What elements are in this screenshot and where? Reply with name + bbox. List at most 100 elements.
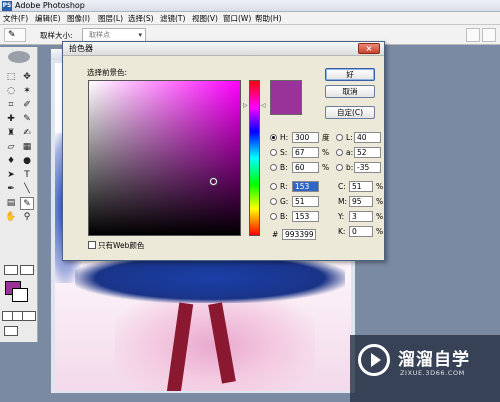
red-radio[interactable]: [270, 183, 277, 190]
green-input[interactable]: 51: [292, 196, 319, 207]
checkbox-box[interactable]: [88, 241, 96, 249]
hue-radio[interactable]: [270, 134, 277, 141]
red-input[interactable]: 153: [292, 181, 319, 192]
crop-tool-icon[interactable]: ⌗: [4, 99, 18, 112]
black-input[interactable]: 0: [349, 226, 373, 237]
sample-size-value: 取样点: [89, 31, 110, 39]
lightness-input[interactable]: 40: [354, 132, 381, 143]
dodge-tool-icon[interactable]: ●: [20, 155, 34, 168]
hue-marker-right-icon[interactable]: ◁: [261, 102, 266, 109]
palette-well-button[interactable]: [466, 28, 480, 42]
background-color-swatch[interactable]: [12, 288, 28, 302]
hex-label: #: [272, 230, 279, 239]
dialog-title: 拾色器: [69, 44, 93, 53]
quick-mask-button[interactable]: [20, 265, 34, 275]
blue-row: B: 153: [270, 211, 330, 222]
menu-bar: 文件(F) 编辑(E) 图像(I) 图层(L) 选择(S) 滤镜(T) 视图(V…: [0, 12, 500, 25]
blue-radio[interactable]: [270, 213, 277, 220]
eyedropper-icon: ✎: [8, 30, 16, 40]
lasso-tool-icon[interactable]: ◌: [4, 85, 18, 98]
blur-tool-icon[interactable]: ♦: [4, 155, 18, 168]
lab-b-label: b:: [346, 163, 354, 172]
gradient-tool-icon[interactable]: ▦: [20, 141, 34, 154]
lab-b-input[interactable]: -35: [354, 162, 381, 173]
hex-input[interactable]: 993399: [282, 229, 316, 240]
saturation-input[interactable]: 67: [292, 147, 319, 158]
magenta-unit: %: [376, 197, 384, 206]
black-unit: %: [376, 227, 384, 236]
green-radio[interactable]: [270, 198, 277, 205]
hue-slider[interactable]: [249, 80, 260, 236]
brightness-radio[interactable]: [270, 164, 277, 171]
saturation-radio[interactable]: [270, 149, 277, 156]
magenta-input[interactable]: 95: [349, 196, 373, 207]
hue-input[interactable]: 300: [292, 132, 319, 143]
standard-mode-button[interactable]: [4, 265, 18, 275]
lab-a-label: a:: [346, 148, 354, 157]
menu-layer[interactable]: 图层(L): [98, 13, 123, 24]
menu-image[interactable]: 图像(I): [67, 13, 90, 24]
hue-marker-left-icon[interactable]: ▷: [243, 102, 248, 109]
cyan-input[interactable]: 51: [349, 181, 373, 192]
eraser-tool-icon[interactable]: ▱: [4, 141, 18, 154]
web-colors-only-label: 只有Web颜色: [98, 241, 145, 250]
workspace-button[interactable]: [482, 28, 496, 42]
close-icon[interactable]: ×: [358, 43, 380, 54]
lab-a-input[interactable]: 52: [354, 147, 381, 158]
type-tool-icon[interactable]: T: [20, 169, 34, 182]
brightness-input[interactable]: 60: [292, 162, 319, 173]
line-tool-icon[interactable]: ╲: [20, 183, 34, 196]
lightness-radio[interactable]: [336, 134, 343, 141]
toolbox: ⬚ ✥ ◌ ✶ ⌗ ✐ ✚ ✎ ♜ ✍ ▱ ▦ ♦ ● ➤ T ✒ ╲ ▤ ✎ …: [0, 47, 38, 342]
jump-to-imageready-button[interactable]: [4, 326, 18, 336]
magic-wand-icon[interactable]: ✶: [20, 85, 34, 98]
menu-select[interactable]: 选择(S): [128, 13, 154, 24]
lab-b-radio[interactable]: [336, 164, 343, 171]
custom-colors-button[interactable]: 自定(C): [325, 106, 375, 119]
notes-tool-icon[interactable]: ▤: [4, 197, 18, 210]
dialog-title-bar[interactable]: 拾色器 ×: [63, 42, 384, 56]
brightness-row: B: 60 %: [270, 162, 330, 173]
slice-tool-icon[interactable]: ✐: [20, 99, 34, 112]
pen-tool-icon[interactable]: ✒: [4, 183, 18, 196]
hand-tool-icon[interactable]: ✋: [4, 211, 18, 224]
cyan-label: C:: [338, 182, 346, 191]
red-label: R:: [280, 182, 288, 191]
lab-a-radio[interactable]: [336, 149, 343, 156]
brush-tool-icon[interactable]: ✎: [20, 113, 34, 126]
color-field-marker[interactable]: [210, 178, 217, 185]
brightness-unit: %: [322, 163, 330, 172]
yellow-row: Y: 3 %: [338, 211, 384, 222]
menu-edit[interactable]: 编辑(E): [35, 13, 61, 24]
path-select-icon[interactable]: ➤: [4, 169, 18, 182]
eyedropper-tool-icon[interactable]: ✎: [20, 197, 34, 210]
tool-preset-picker[interactable]: ✎: [4, 28, 26, 42]
color-picker-dialog: 拾色器 × 选择前景色: ▷ ◁ 好 取消 自定(C) H: 300 度 S: …: [62, 41, 385, 261]
menu-help[interactable]: 帮助(H): [255, 13, 282, 24]
zoom-tool-icon[interactable]: ⚲: [20, 211, 34, 224]
clone-stamp-icon[interactable]: ♜: [4, 127, 18, 140]
move-tool-icon[interactable]: ✥: [20, 71, 34, 84]
healing-brush-icon[interactable]: ✚: [4, 113, 18, 126]
menu-file[interactable]: 文件(F): [3, 13, 28, 24]
menu-filter[interactable]: 滤镜(T): [160, 13, 185, 24]
menu-window[interactable]: 窗口(W): [223, 13, 251, 24]
new-color-swatch: [270, 80, 302, 115]
history-brush-icon[interactable]: ✍: [20, 127, 34, 140]
sample-size-select[interactable]: 取样点 ▾: [82, 28, 146, 42]
hue-unit: 度: [322, 133, 330, 142]
blue-input[interactable]: 153: [292, 211, 319, 222]
menu-view[interactable]: 视图(V): [192, 13, 218, 24]
hue-label: H:: [280, 133, 289, 142]
lightness-row: L: 40: [336, 132, 382, 143]
screen-mode-full-button[interactable]: [22, 311, 36, 321]
cancel-button[interactable]: 取消: [325, 85, 375, 98]
marquee-tool-icon[interactable]: ⬚: [4, 71, 18, 84]
green-row: G: 51: [270, 196, 330, 207]
yellow-input[interactable]: 3: [349, 211, 373, 222]
green-label: G:: [280, 197, 289, 206]
saturation-brightness-field[interactable]: [88, 80, 241, 236]
ok-button[interactable]: 好: [325, 68, 375, 81]
web-colors-only-checkbox[interactable]: 只有Web颜色: [88, 240, 144, 251]
cyan-row: C: 51 %: [338, 181, 384, 192]
